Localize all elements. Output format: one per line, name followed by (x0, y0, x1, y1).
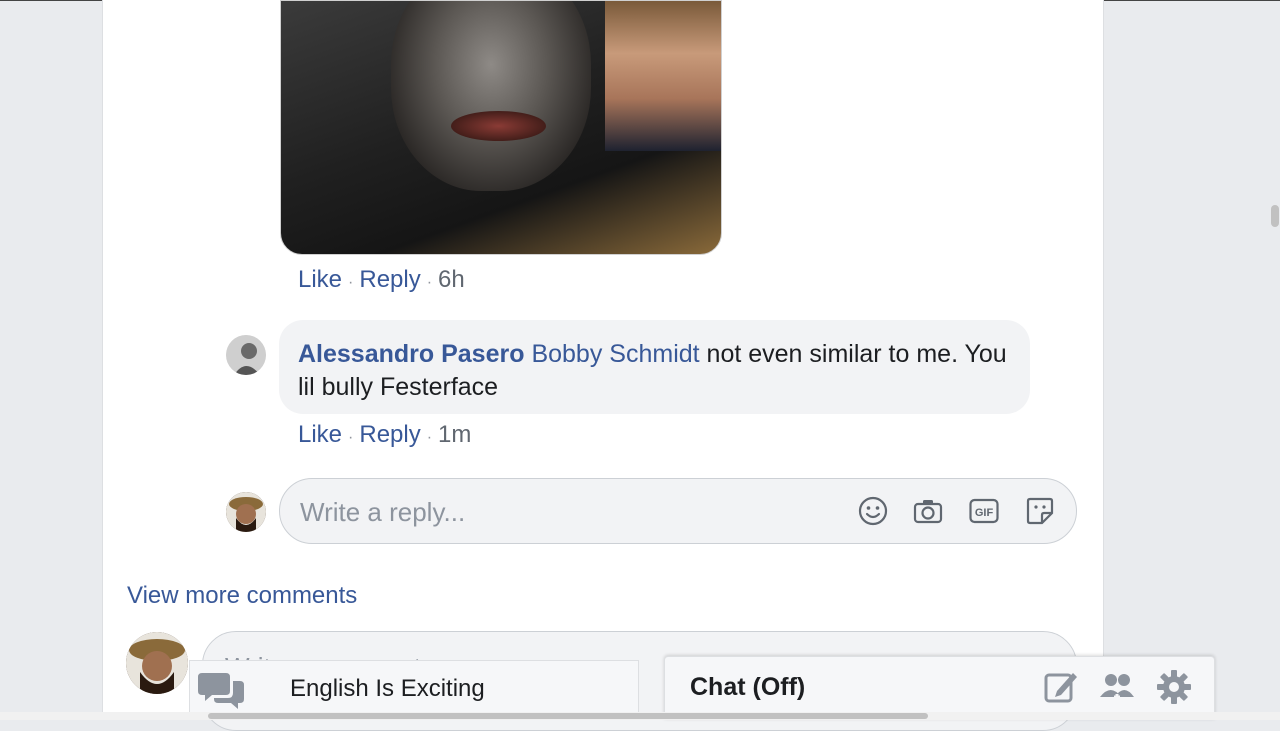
avatar-photo (226, 335, 266, 375)
like-link[interactable]: Like (298, 421, 342, 448)
horizontal-scrollbar[interactable] (0, 712, 1280, 720)
comment-timestamp[interactable]: 1m (438, 421, 471, 448)
commenter-avatar[interactable] (226, 335, 266, 375)
avatar-photo (226, 492, 266, 532)
vertical-scrollbar-thumb[interactable] (1271, 205, 1279, 227)
comment-image[interactable] (280, 0, 722, 255)
chat-title: Chat (Off) (690, 673, 806, 701)
new-message-icon[interactable] (1043, 669, 1079, 705)
like-link[interactable]: Like (298, 266, 342, 293)
gif-icon[interactable]: GIF (968, 495, 1000, 527)
mention-link[interactable]: Bobby Schmidt (531, 340, 699, 368)
separator: · (348, 429, 354, 446)
gear-icon[interactable] (1156, 669, 1192, 705)
comment-timestamp[interactable]: 6h (438, 266, 465, 293)
inset-photo (605, 1, 721, 151)
chat-sidebar-tab[interactable]: Chat (Off) (664, 656, 1215, 720)
chimp-mouth (451, 111, 546, 141)
group-chat-icon-wrap (190, 661, 253, 719)
chat-bubbles-icon (198, 673, 244, 709)
camera-icon[interactable] (912, 495, 944, 527)
horizontal-scrollbar-thumb[interactable] (208, 713, 928, 719)
reply-placeholder: Write a reply... (300, 497, 466, 527)
group-chat-tab[interactable]: English Is Exciting (189, 660, 639, 720)
emoji-icon[interactable] (857, 495, 889, 527)
avatar-photo (126, 632, 188, 694)
chimp-face (391, 1, 591, 191)
separator: · (426, 274, 433, 291)
separator: · (426, 429, 433, 446)
svg-text:GIF: GIF (975, 507, 994, 519)
separator: · (348, 274, 354, 291)
comment-actions: Like · Reply · 1m (298, 421, 471, 449)
comment-actions: Like · Reply · 6h (298, 266, 465, 294)
current-user-avatar[interactable] (226, 492, 266, 532)
comment-author[interactable]: Alessandro Pasero (298, 340, 525, 368)
reply-link[interactable]: Reply (359, 266, 420, 293)
current-user-avatar[interactable] (126, 632, 188, 694)
group-chat-title: English Is Exciting (290, 675, 485, 702)
create-group-icon[interactable] (1099, 669, 1135, 705)
comment-bubble: Alessandro Pasero Bobby Schmidt not even… (279, 320, 1030, 414)
sticker-icon[interactable] (1024, 495, 1056, 527)
reply-link[interactable]: Reply (359, 421, 420, 448)
view-more-comments-link[interactable]: View more comments (127, 582, 357, 610)
reply-input[interactable]: Write a reply... GIF (279, 478, 1077, 544)
